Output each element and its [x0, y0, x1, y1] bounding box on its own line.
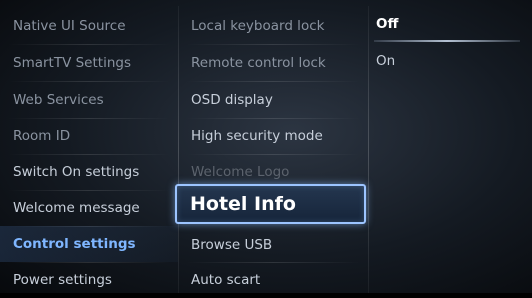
selection-underline — [374, 40, 520, 42]
menu-item-browse-usb[interactable]: Browse USB — [178, 227, 368, 263]
menu-item-switch-on-settings[interactable]: Switch On settings — [0, 154, 178, 190]
menu-item-control-settings[interactable]: Control settings — [0, 226, 178, 262]
tv-menu-screen: Native UI Source SmartTV Settings Web Se… — [0, 0, 532, 293]
option-off[interactable]: Off — [368, 6, 532, 42]
menu-item-smarttv-settings[interactable]: SmartTV Settings — [0, 45, 178, 81]
control-settings-list: Local keyboard lock Remote control lock … — [175, 8, 368, 293]
menu-item-web-services[interactable]: Web Services — [0, 82, 178, 118]
menu-item-remote-control-lock[interactable]: Remote control lock — [178, 45, 368, 81]
menu-item-room-id[interactable]: Room ID — [0, 118, 178, 154]
menu-item-high-security-mode[interactable]: High security mode — [178, 118, 368, 154]
menu-item-osd-display[interactable]: OSD display — [178, 82, 368, 118]
menu-item-welcome-message[interactable]: Welcome message — [0, 190, 178, 226]
option-on[interactable]: On — [368, 43, 532, 79]
menu-item-native-ui-source[interactable]: Native UI Source — [0, 8, 178, 44]
menu-item-hotel-info[interactable]: Hotel Info — [175, 184, 366, 224]
settings-category-list: Native UI Source SmartTV Settings Web Se… — [0, 8, 178, 293]
option-list: Off On — [368, 8, 532, 293]
menu-item-local-keyboard-lock[interactable]: Local keyboard lock — [178, 8, 368, 44]
